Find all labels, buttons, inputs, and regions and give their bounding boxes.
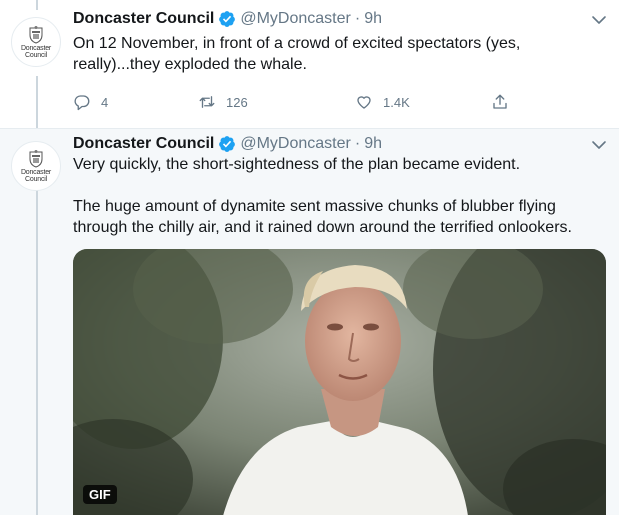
author-name[interactable]: Doncaster Council — [73, 135, 214, 153]
like-button[interactable]: 1.4K — [355, 92, 410, 112]
avatar-label: Doncaster — [20, 45, 52, 52]
thread-line — [36, 189, 38, 515]
chevron-down-icon[interactable] — [591, 12, 607, 28]
timestamp[interactable]: 9h — [364, 10, 382, 28]
avatar-label: Council — [25, 52, 47, 59]
tweet-text: The huge amount of dynamite sent massive… — [73, 198, 572, 236]
tweet-header: Doncaster Council @MyDoncaster · 9h — [73, 133, 382, 155]
council-crest-icon — [29, 150, 43, 168]
reply-count: 4 — [101, 94, 109, 110]
verified-badge-icon — [219, 11, 236, 27]
thread-line — [36, 76, 38, 128]
retweet-count: 126 — [226, 94, 248, 110]
separator-dot: · — [354, 10, 361, 27]
chevron-down-icon[interactable] — [591, 137, 607, 153]
avatar[interactable]: Doncaster Council — [11, 141, 61, 191]
author-handle[interactable]: @MyDoncaster — [240, 10, 351, 28]
thread-line — [36, 0, 38, 10]
tweet-text: Very quickly, the short-sightedness of t… — [73, 156, 521, 173]
reply-button[interactable]: 4 — [73, 92, 108, 112]
tweet-text: On 12 November, in front of a crowd of e… — [73, 35, 521, 73]
share-button[interactable] — [491, 92, 519, 112]
tweet-header: Doncaster Council @MyDoncaster · 9h — [73, 8, 382, 30]
retweet-button[interactable]: 126 — [198, 92, 248, 112]
retweet-icon — [199, 96, 215, 108]
avatar[interactable]: Doncaster Council — [11, 17, 61, 67]
timestamp[interactable]: 9h — [364, 135, 382, 153]
share-icon — [493, 94, 507, 109]
tweet[interactable]: Doncaster Council Doncaster Council @MyD… — [0, 128, 619, 515]
reply-icon — [74, 95, 90, 111]
like-count: 1.4K — [383, 94, 410, 110]
separator-dot: · — [354, 135, 361, 152]
council-crest-icon — [29, 26, 43, 44]
verified-badge-icon — [219, 136, 236, 152]
tweet-actions: 4 126 1.4K — [73, 92, 533, 112]
gif-image — [73, 249, 606, 515]
avatar-label: Council — [25, 176, 47, 183]
like-icon — [357, 96, 371, 109]
tweet[interactable]: Doncaster Council Doncaster Council @MyD… — [0, 0, 619, 128]
author-handle[interactable]: @MyDoncaster — [240, 135, 351, 153]
author-name[interactable]: Doncaster Council — [73, 10, 214, 28]
avatar-label: Doncaster — [20, 169, 52, 176]
gif-badge: GIF — [83, 485, 117, 504]
gif-media[interactable]: GIF — [73, 249, 606, 515]
